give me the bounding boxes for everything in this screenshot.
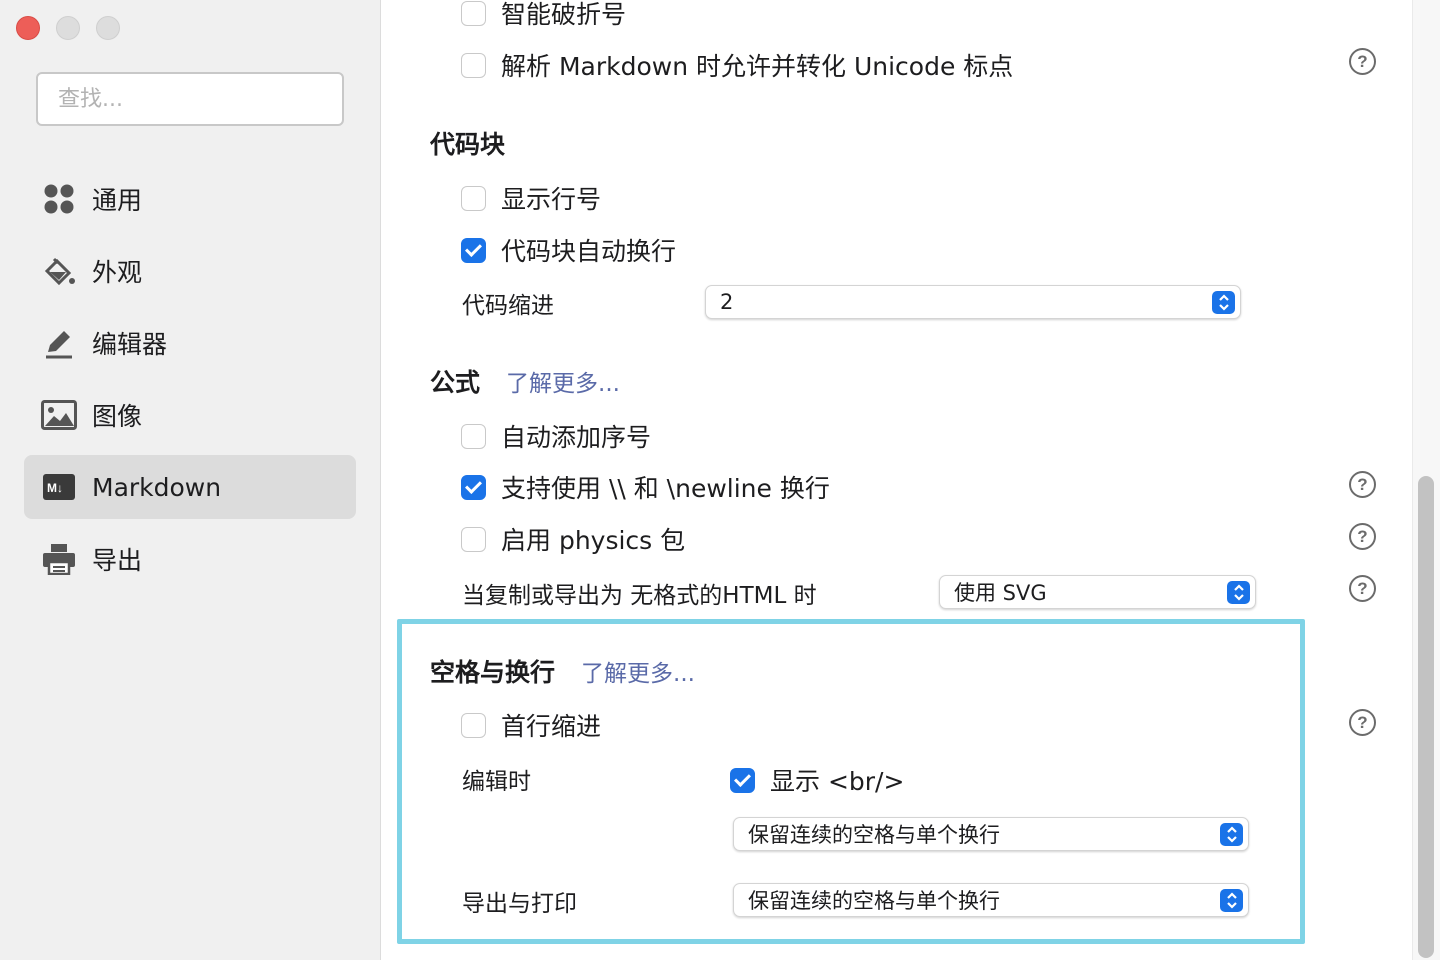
sidebar-item-export[interactable]: 导出 xyxy=(24,527,356,591)
sidebar-item-markdown[interactable]: M↓ Markdown xyxy=(24,455,356,519)
newline-support-label: 支持使用 \\ 和 \newline 换行 xyxy=(501,474,830,503)
newline-support-row: 支持使用 \\ 和 \newline 换行 xyxy=(461,469,830,505)
help-icon[interactable]: ? xyxy=(1349,575,1376,602)
chevron-up-down-icon xyxy=(1227,581,1250,604)
smart-hyphen-label: 智能破折号 xyxy=(501,0,627,29)
code-indent-select[interactable]: 2 xyxy=(705,285,1241,319)
show-line-numbers-row: 显示行号 xyxy=(461,180,601,216)
math-export-select[interactable]: 使用 SVG xyxy=(939,575,1256,609)
export-print-label: 导出与打印 xyxy=(462,891,577,917)
learn-more-link[interactable]: 了解更多... xyxy=(581,654,695,688)
minimize-window-button[interactable] xyxy=(56,16,80,40)
unicode-punctuation-checkbox[interactable] xyxy=(461,52,486,78)
unicode-punctuation-row: 解析 Markdown 时允许并转化 Unicode 标点 xyxy=(461,47,1013,83)
auto-number-checkbox[interactable] xyxy=(461,423,486,449)
paint-bucket-icon xyxy=(40,252,78,290)
smart-hyphen-checkbox[interactable] xyxy=(461,0,486,26)
first-line-indent-row: 首行缩进 xyxy=(461,707,601,743)
chevron-up-down-icon xyxy=(1220,889,1243,912)
code-indent-row: 代码缩进 xyxy=(462,286,554,320)
svg-text:M↓: M↓ xyxy=(47,481,63,495)
help-icon[interactable]: ? xyxy=(1349,709,1376,736)
code-block-heading: 代码块 xyxy=(430,125,505,161)
show-br-checkbox[interactable] xyxy=(730,767,755,793)
editing-whitespace-value: 保留连续的空格与单个换行 xyxy=(748,823,1000,847)
math-heading: 公式 了解更多... xyxy=(430,363,620,399)
markdown-icon: M↓ xyxy=(40,468,78,506)
editing-row: 编辑时 xyxy=(462,762,531,796)
first-line-indent-label: 首行缩进 xyxy=(501,712,602,741)
close-window-button[interactable] xyxy=(16,16,40,40)
sidebar-item-image[interactable]: 图像 xyxy=(24,383,356,447)
printer-icon xyxy=(40,540,78,578)
chevron-up-down-icon xyxy=(1220,823,1243,846)
help-icon[interactable]: ? xyxy=(1349,48,1376,75)
math-export-row: 当复制或导出为 无格式的HTML 时 xyxy=(462,576,817,610)
help-icon[interactable]: ? xyxy=(1349,471,1376,498)
code-auto-wrap-row: 代码块自动换行 xyxy=(461,232,676,268)
export-print-whitespace-select[interactable]: 保留连续的空格与单个换行 xyxy=(733,883,1249,917)
first-line-indent-checkbox[interactable] xyxy=(461,712,486,738)
math-export-value: 使用 SVG xyxy=(954,581,1047,605)
sidebar-item-label: 外观 xyxy=(92,258,143,287)
auto-number-label: 自动添加序号 xyxy=(501,423,652,452)
image-icon xyxy=(40,396,78,434)
code-auto-wrap-label: 代码块自动换行 xyxy=(501,237,677,266)
show-line-numbers-checkbox[interactable] xyxy=(461,185,486,211)
export-print-whitespace-value: 保留连续的空格与单个换行 xyxy=(748,889,1000,913)
show-br-row: 显示 <br/> xyxy=(730,762,904,798)
unicode-punctuation-label: 解析 Markdown 时允许并转化 Unicode 标点 xyxy=(501,52,1014,81)
window-controls xyxy=(16,16,120,40)
grid-icon xyxy=(40,180,78,218)
physics-package-row: 启用 physics 包 xyxy=(461,521,685,557)
sidebar-item-label: 导出 xyxy=(92,546,143,575)
sidebar-item-label: 图像 xyxy=(92,402,143,431)
learn-more-link[interactable]: 了解更多... xyxy=(506,364,620,398)
show-line-numbers-label: 显示行号 xyxy=(501,185,602,214)
whitespace-heading: 空格与换行 了解更多... xyxy=(430,653,695,689)
sidebar-nav: 通用 外观 编辑器 图像 M↓ Markdown 导出 xyxy=(24,167,356,599)
scrollbar-thumb[interactable] xyxy=(1418,476,1434,958)
editing-whitespace-select[interactable]: 保留连续的空格与单个换行 xyxy=(733,817,1249,851)
math-export-label: 当复制或导出为 无格式的HTML 时 xyxy=(462,583,817,609)
search-input[interactable] xyxy=(36,72,344,126)
editing-label: 编辑时 xyxy=(462,769,531,795)
sidebar-item-label: 通用 xyxy=(92,186,143,215)
sidebar: 通用 外观 编辑器 xyxy=(0,0,381,960)
sidebar-item-general[interactable]: 通用 xyxy=(24,167,356,231)
smart-hyphen-row: 智能破折号 xyxy=(461,0,626,31)
show-br-label: 显示 <br/> xyxy=(770,767,905,796)
sidebar-item-appearance[interactable]: 外观 xyxy=(24,239,356,303)
pencil-icon xyxy=(40,324,78,362)
auto-number-row: 自动添加序号 xyxy=(461,418,651,454)
sidebar-item-label: Markdown xyxy=(92,472,222,502)
help-icon[interactable]: ? xyxy=(1349,523,1376,550)
physics-package-checkbox[interactable] xyxy=(461,526,486,552)
code-indent-value: 2 xyxy=(720,290,734,314)
section-title: 公式 xyxy=(430,368,481,397)
code-indent-label: 代码缩进 xyxy=(462,293,554,319)
code-auto-wrap-checkbox[interactable] xyxy=(461,237,486,263)
sidebar-item-label: 编辑器 xyxy=(92,330,168,359)
export-print-row: 导出与打印 xyxy=(462,884,577,918)
newline-support-checkbox[interactable] xyxy=(461,474,486,500)
maximize-window-button[interactable] xyxy=(96,16,120,40)
chevron-up-down-icon xyxy=(1212,291,1235,314)
physics-package-label: 启用 physics 包 xyxy=(501,526,686,555)
sidebar-item-editor[interactable]: 编辑器 xyxy=(24,311,356,375)
section-title: 代码块 xyxy=(430,130,506,159)
section-title: 空格与换行 xyxy=(430,658,556,687)
